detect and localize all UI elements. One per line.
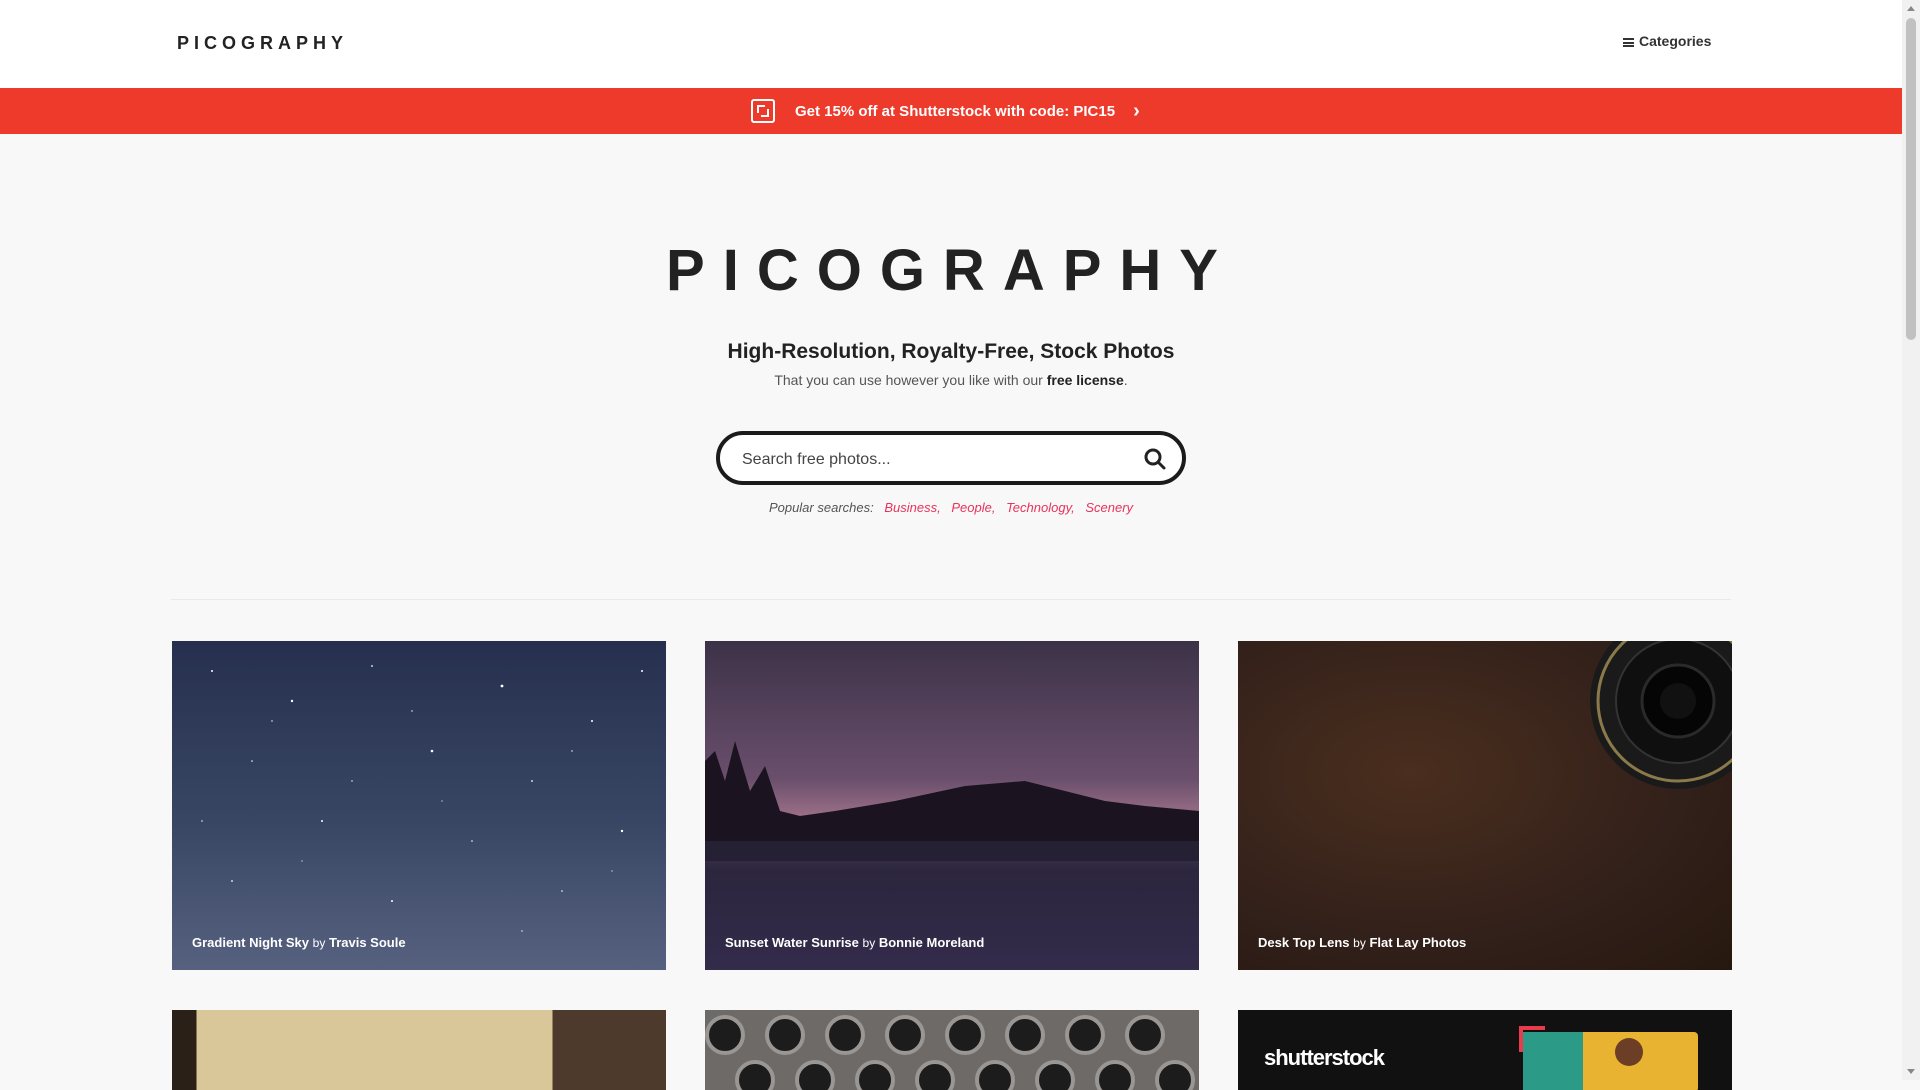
section-divider [171, 599, 1731, 600]
camera-lens-image [1590, 641, 1732, 789]
search-input[interactable] [740, 447, 1124, 473]
top-navbar: PICOGRAPHY Categories [0, 0, 1902, 88]
search-box [716, 431, 1186, 485]
photo-card-interior[interactable] [172, 1010, 666, 1090]
ad-visual-person [1615, 1038, 1643, 1066]
popular-searches: Popular searches: Business, People, Tech… [0, 500, 1902, 515]
free-license-link[interactable]: free license [1047, 372, 1124, 388]
scroll-down-icon[interactable] [1907, 1069, 1915, 1074]
menu-icon [1623, 38, 1634, 47]
scroll-up-icon[interactable] [1907, 6, 1915, 11]
ad-visual [1519, 1026, 1698, 1090]
tag-technology[interactable]: Technology, [1006, 500, 1075, 515]
site-logo[interactable]: PICOGRAPHY [177, 33, 348, 54]
photo-card-gradient-night-sky[interactable]: Gradient Night Sky by Travis Soule [172, 641, 666, 970]
popular-searches-label: Popular searches: [768, 500, 874, 515]
hero-subtitle-prefix: That you can use however you like with o… [774, 372, 1047, 388]
chevron-right-icon: › [1133, 100, 1140, 122]
photo-caption: Desk Top Lens by Flat Lay Photos [1258, 935, 1466, 950]
photo-card-knit-texture[interactable] [705, 1010, 1199, 1090]
photo-author[interactable]: Travis Soule [329, 935, 406, 950]
promo-banner[interactable]: Get 15% off at Shutterstock with code: P… [0, 88, 1902, 134]
tag-business[interactable]: Business, [884, 500, 940, 515]
photo-by: by [1353, 936, 1366, 950]
photo-title: Sunset Water Sunrise [725, 935, 859, 950]
promo-text: Get 15% off at Shutterstock with code: P… [795, 102, 1116, 120]
shutterstock-icon [751, 99, 775, 123]
search-icon [1144, 448, 1166, 470]
tag-people[interactable]: People, [951, 500, 995, 515]
photo-author[interactable]: Flat Lay Photos [1369, 935, 1466, 950]
photo-card-desk-top-lens[interactable]: Desk Top Lens by Flat Lay Photos [1238, 641, 1732, 970]
sunset-lake-image [705, 741, 1199, 970]
knit-texture-image [705, 1015, 1195, 1090]
photo-card-sunset-water-sunrise[interactable]: Sunset Water Sunrise by Bonnie Moreland [705, 641, 1199, 970]
hero-subtitle: That you can use however you like with o… [0, 372, 1902, 388]
photo-title: Gradient Night Sky [192, 935, 310, 950]
search-button[interactable] [1142, 446, 1168, 472]
ad-visual-strip [1523, 1032, 1583, 1090]
night-sky-image [201, 665, 643, 932]
hero-logo: PICOGRAPHY [666, 238, 1236, 303]
categories-label: Categories [1639, 33, 1712, 49]
photo-by: by [862, 936, 876, 950]
shutterstock-ad-card[interactable]: shutterstock [1238, 1010, 1732, 1090]
shutterstock-logo: shutterstock [1264, 1045, 1385, 1070]
photo-caption: Gradient Night Sky by Travis Soule [192, 935, 406, 950]
hero-subtitle-suffix: . [1123, 372, 1128, 388]
categories-menu-button[interactable]: Categories [1623, 33, 1711, 49]
page-scrollbar[interactable] [1902, 0, 1920, 1080]
photo-caption: Sunset Water Sunrise by Bonnie Moreland [725, 935, 984, 950]
photo-by: by [312, 936, 326, 950]
photo-author[interactable]: Bonnie Moreland [879, 935, 984, 950]
hero-title: High-Resolution, Royalty-Free, Stock Pho… [727, 340, 1175, 363]
tag-scenery[interactable]: Scenery [1085, 500, 1133, 515]
photo-title: Desk Top Lens [1258, 935, 1350, 950]
scrollbar-thumb[interactable] [1906, 18, 1916, 340]
